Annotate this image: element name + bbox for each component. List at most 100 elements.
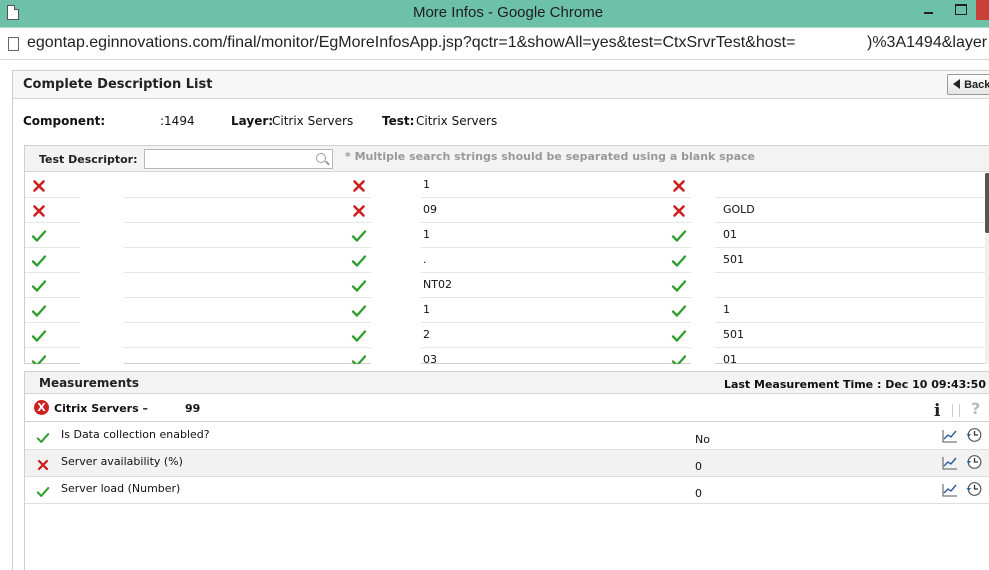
check-icon <box>671 328 687 344</box>
address-bar[interactable]: egontap.eginnovations.com/final/monitor/… <box>0 27 989 59</box>
descriptor-cell[interactable]: T02 <box>25 298 345 323</box>
history-clock-icon[interactable] <box>966 481 982 497</box>
measurement-row: Server load (Number) 0 <box>25 477 989 504</box>
window-title-bar: More Infos - Google Chrome <box>0 0 989 27</box>
descriptor-name: 501 <box>723 328 744 341</box>
descriptor-cell[interactable]: 02 <box>25 348 345 364</box>
descriptor-name: 1 <box>723 303 730 316</box>
minimize-button[interactable] <box>912 0 946 20</box>
info-icon[interactable]: i <box>934 401 940 421</box>
measurement-value: 0 <box>695 460 702 473</box>
check-icon <box>31 328 47 344</box>
measurement-name: Server availability (%) <box>61 455 183 468</box>
descriptor-name: . <box>423 253 427 266</box>
descriptor-row: 2. 501 <box>25 248 985 273</box>
measurement-value: No <box>695 433 710 446</box>
check-icon <box>351 353 367 364</box>
redaction-mask <box>691 173 715 364</box>
url-text[interactable]: egontap.eginnovations.com/final/monitor/… <box>27 34 795 52</box>
measurement-test-name: Citrix Servers – <box>54 402 148 415</box>
check-icon <box>671 228 687 244</box>
page-title: Complete Description List <box>23 77 213 92</box>
descriptor-panel: Test Descriptor: * Multiple search strin… <box>24 145 989 364</box>
descriptor-name: 1 <box>423 228 430 241</box>
line-chart-icon[interactable] <box>942 455 958 470</box>
test-value: Citrix Servers <box>416 114 498 128</box>
measurement-test-row: X Citrix Servers – 99 i ? <box>25 395 989 422</box>
descriptor-cell[interactable]: 2 <box>25 248 345 273</box>
last-measurement-time: Last Measurement Time : Dec 10 09:43:50 <box>723 378 986 391</box>
close-button[interactable] <box>976 0 989 20</box>
check-icon <box>351 253 367 269</box>
history-clock-icon[interactable] <box>966 427 982 443</box>
descriptor-name: 1 <box>423 178 430 191</box>
descriptor-row: E 1 01 <box>25 223 985 248</box>
redaction-mask <box>371 173 421 364</box>
descriptor-name: GOLD <box>723 203 755 216</box>
error-x-icon <box>31 203 47 219</box>
descriptor-search-input[interactable] <box>144 149 333 169</box>
descriptor-cell[interactable]: 01 <box>25 323 345 348</box>
back-button[interactable]: Back <box>947 74 989 95</box>
measurements-title: Measurements <box>39 376 139 390</box>
measurements-header: Measurements Last Measurement Time : Dec… <box>25 372 989 394</box>
check-icon <box>31 228 47 244</box>
check-icon <box>36 430 50 444</box>
descriptor-row: 01 <box>25 173 985 198</box>
scrollbar-thumb[interactable] <box>985 173 989 233</box>
check-icon <box>31 278 47 294</box>
descriptor-cell[interactable]: 0 <box>25 173 345 198</box>
error-badge-icon: X <box>34 400 49 415</box>
descriptor-row: 98 09 GOLD <box>25 198 985 223</box>
back-label: Back <box>964 78 989 91</box>
measurements-panel: Measurements Last Measurement Time : Dec… <box>24 371 989 570</box>
measurement-name: Server load (Number) <box>61 482 181 495</box>
check-icon <box>36 484 50 498</box>
check-icon <box>31 303 47 319</box>
measurement-value: 0 <box>695 487 702 500</box>
measurement-name: Is Data collection enabled? <box>61 428 210 441</box>
history-clock-icon[interactable] <box>966 454 982 470</box>
descriptor-toolbar: Test Descriptor: * Multiple search strin… <box>25 146 989 172</box>
section-header: Complete Description List Back <box>13 71 989 99</box>
url-text-tail[interactable]: )%3A1494&layer <box>867 34 987 52</box>
back-arrow-icon <box>953 78 960 89</box>
check-icon <box>671 303 687 319</box>
descriptor-name: 03 <box>423 353 437 364</box>
check-icon <box>671 353 687 364</box>
check-icon <box>31 253 47 269</box>
check-icon <box>31 353 47 364</box>
line-chart-icon[interactable] <box>942 482 958 497</box>
descriptor-name: 01 <box>723 228 737 241</box>
line-chart-icon[interactable] <box>942 428 958 443</box>
component-value: :1494 <box>160 114 195 128</box>
page-content: Complete Description List Back Component… <box>0 59 989 570</box>
check-icon <box>351 303 367 319</box>
descriptor-scrollbar[interactable] <box>985 173 989 364</box>
measurement-row: Is Data collection enabled? No <box>25 423 989 450</box>
descriptor-row: T02 1 1 <box>25 298 985 323</box>
descriptor-row: 02 NT02 <box>25 273 985 298</box>
error-x-icon <box>31 178 47 194</box>
descriptor-row: 01 2 501 <box>25 323 985 348</box>
error-x-icon <box>671 203 687 219</box>
page-icon <box>8 37 19 51</box>
descriptor-grid: 019809GOLDE1012.50102NT02T02110125010203… <box>25 173 985 364</box>
descriptor-cell[interactable]: 02 <box>25 273 345 298</box>
measurement-test-host: 99 <box>185 402 201 415</box>
error-x-icon <box>671 178 687 194</box>
descriptor-name: 2 <box>423 328 430 341</box>
maximize-button[interactable] <box>946 0 976 20</box>
help-icon[interactable]: ? <box>971 399 980 418</box>
descriptor-row: 02 03 01 <box>25 348 985 364</box>
measurement-row: Server availability (%) 0 <box>25 450 989 477</box>
search-icon[interactable] <box>316 153 326 163</box>
check-icon <box>351 328 367 344</box>
layer-label: Layer: <box>231 114 274 128</box>
redaction-mask <box>80 173 124 364</box>
descriptor-cell[interactable]: E <box>25 223 345 248</box>
descriptor-list: 019809GOLDE1012.50102NT02T02110125010203… <box>25 173 989 364</box>
descriptor-cell[interactable]: 98 <box>25 198 345 223</box>
descriptor-name: 01 <box>723 353 737 364</box>
error-x-icon <box>351 178 367 194</box>
